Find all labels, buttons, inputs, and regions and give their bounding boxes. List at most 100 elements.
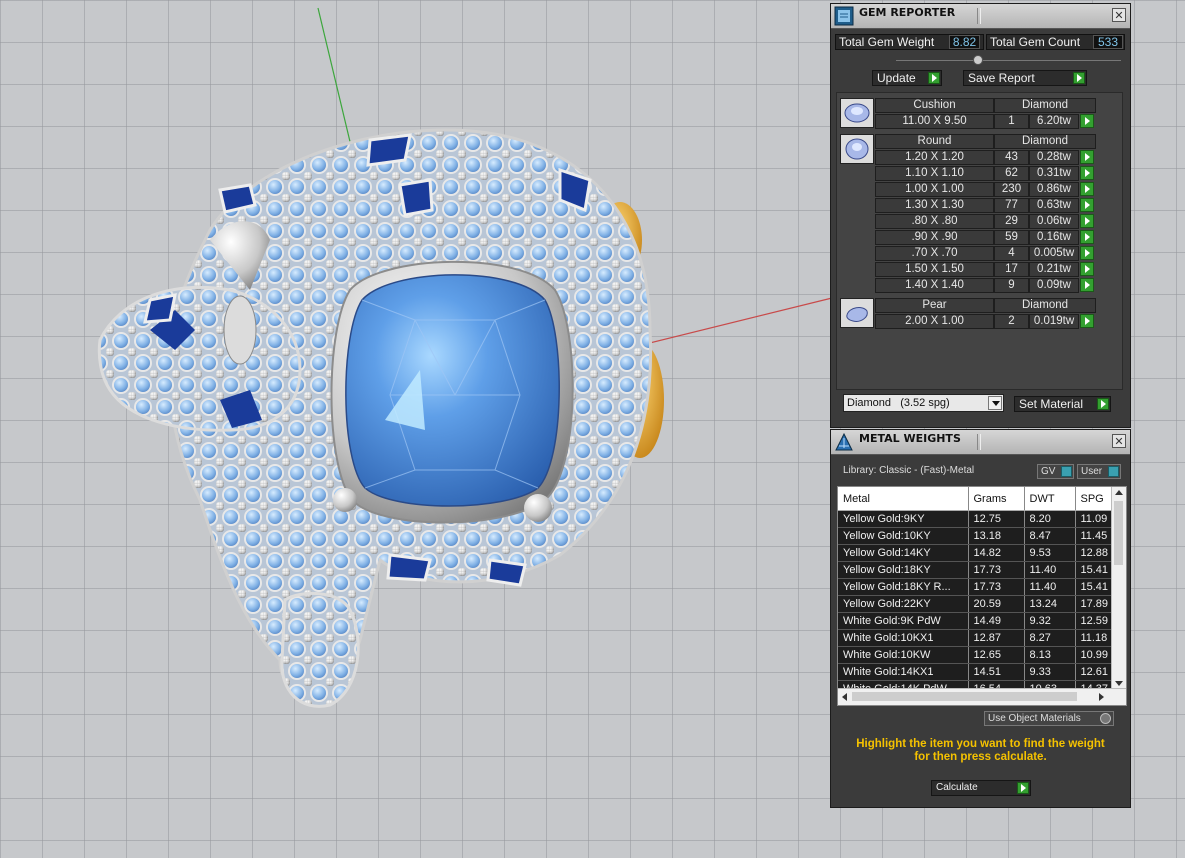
calculate-button-label: Calculate [936,782,978,793]
scroll-left-icon[interactable] [842,693,847,701]
metal-weights-titlebar[interactable]: METAL WEIGHTS ✕ [831,430,1130,455]
metal-table-header: Metal Grams DWT SPG [838,487,1126,511]
metal-weights-title: METAL WEIGHTS [859,432,961,445]
pear-gem-icon[interactable] [840,298,874,328]
gem-size[interactable]: 1.40 X 1.40 [875,278,994,293]
set-material-button[interactable]: Set Material [1014,396,1111,412]
gem-count: 230 [994,182,1029,197]
select-gem-button[interactable] [1080,230,1094,244]
scroll-thumb[interactable] [1114,501,1123,565]
gem-size[interactable]: 1.00 X 1.00 [875,182,994,197]
total-gem-count-value: 533 [1093,35,1123,49]
round-gem-icon[interactable] [840,134,874,164]
gem-weight: 0.09tw [1029,278,1079,293]
gem-size[interactable]: .70 X .70 [875,246,994,261]
scroll-thumb-horizontal[interactable] [852,692,1077,701]
select-gem-button[interactable] [1080,262,1094,276]
dwt-value: 11.40 [1024,561,1076,579]
table-row[interactable]: Yellow Gold:22KY 20.59 13.24 17.89 [838,595,1126,613]
select-gem-button[interactable] [1080,314,1094,328]
splitter-handle[interactable] [973,55,983,65]
use-object-materials-toggle[interactable]: Use Object Materials [984,711,1114,726]
select-gem-button[interactable] [1080,182,1094,196]
material-dropdown[interactable]: Diamond (3.52 spg) [843,394,1004,412]
select-gem-button[interactable] [1080,214,1094,228]
user-toggle-label: User [1081,466,1103,477]
cushion-gem-icon[interactable] [840,98,874,128]
gem-weight: 0.16tw [1029,230,1079,245]
dwt-value: 9.33 [1024,663,1076,681]
gem-reporter-icon [834,6,854,26]
gem-size[interactable]: 1.30 X 1.30 [875,198,994,213]
gem-size[interactable]: 1.20 X 1.20 [875,150,994,165]
gem-shape-header: Round [875,134,994,149]
column-header-metal[interactable]: Metal [838,487,969,511]
grams-value: 14.82 [968,544,1025,562]
column-header-dwt[interactable]: DWT [1024,487,1076,511]
gem-type-header: Diamond [994,134,1096,149]
gem-size[interactable]: 1.50 X 1.50 [875,262,994,277]
table-row[interactable]: Yellow Gold:18KY R... 17.73 11.40 15.41 [838,578,1126,596]
gem-size[interactable]: .90 X .90 [875,230,994,245]
user-toggle[interactable]: User [1077,464,1121,479]
horizontal-scrollbar[interactable] [838,688,1126,705]
gem-size[interactable]: 1.10 X 1.10 [875,166,994,181]
dwt-value: 9.32 [1024,612,1076,630]
select-gem-button[interactable] [1080,246,1094,260]
play-arrow-icon [1073,72,1085,84]
metal-name: White Gold:9K PdW [838,612,969,630]
gem-size[interactable]: 11.00 X 9.50 [875,114,994,129]
table-row[interactable]: White Gold:14KX1 14.51 9.33 12.61 [838,663,1126,681]
grams-value: 12.87 [968,629,1025,647]
gem-reporter-panel: GEM REPORTER ✕ Total Gem Weight 8.82 Tot… [830,3,1131,428]
gem-shape-header: Cushion [875,98,994,113]
table-row[interactable]: White Gold:10KW 12.65 8.13 10.99 [838,646,1126,664]
gem-size[interactable]: .80 X .80 [875,214,994,229]
gem-reporter-close-button[interactable]: ✕ [1112,8,1126,22]
scroll-up-icon[interactable] [1115,490,1123,495]
splitter[interactable] [896,60,1121,61]
metal-table: Metal Grams DWT SPG Yellow Gold:9KY 12.75… [838,487,1126,698]
gem-size[interactable]: 2.00 X 1.00 [875,314,994,329]
chevron-down-icon[interactable] [988,396,1002,410]
gem-weight: 0.019tw [1029,314,1079,329]
dwt-value: 8.13 [1024,646,1076,664]
metal-name: Yellow Gold:10KY [838,527,969,545]
select-gem-button[interactable] [1080,150,1094,164]
dwt-value: 9.53 [1024,544,1076,562]
scroll-right-icon[interactable] [1099,693,1104,701]
update-button[interactable]: Update [872,70,942,86]
table-row[interactable]: Yellow Gold:10KY 13.18 8.47 11.45 [838,527,1126,545]
radio-icon [1100,713,1111,724]
column-header-grams[interactable]: Grams [968,487,1025,511]
select-gem-button[interactable] [1080,114,1094,128]
save-report-button-label: Save Report [968,71,1035,85]
select-gem-button[interactable] [1080,198,1094,212]
save-report-button[interactable]: Save Report [963,70,1087,86]
gem-weight: 0.06tw [1029,214,1079,229]
play-arrow-icon [928,72,940,84]
scroll-down-icon[interactable] [1115,681,1123,686]
calculate-button[interactable]: Calculate [931,780,1031,796]
table-row[interactable]: Yellow Gold:9KY 12.75 8.20 11.09 [838,510,1126,528]
vertical-scrollbar[interactable] [1111,487,1126,689]
table-row[interactable]: White Gold:10KX1 12.87 8.27 11.18 [838,629,1126,647]
metal-table-container[interactable]: Metal Grams DWT SPG Yellow Gold:9KY 12.75… [837,486,1127,706]
table-row[interactable]: Yellow Gold:14KY 14.82 9.53 12.88 [838,544,1126,562]
select-gem-button[interactable] [1080,278,1094,292]
metal-weights-close-button[interactable]: ✕ [1112,434,1126,448]
gem-weight: 0.31tw [1029,166,1079,181]
metal-weights-icon [835,432,853,451]
gem-weight: 0.63tw [1029,198,1079,213]
grams-value: 14.51 [968,663,1025,681]
table-row[interactable]: White Gold:9K PdW 14.49 9.32 12.59 [838,612,1126,630]
gv-toggle[interactable]: GV [1037,464,1074,479]
metal-name: White Gold:14KX1 [838,663,969,681]
table-row[interactable]: Yellow Gold:18KY 17.73 11.40 15.41 [838,561,1126,579]
gem-count: 9 [994,278,1029,293]
update-button-label: Update [877,71,916,85]
select-gem-button[interactable] [1080,166,1094,180]
grams-value: 17.73 [968,578,1025,596]
grams-value: 17.73 [968,561,1025,579]
gem-reporter-titlebar[interactable]: GEM REPORTER ✕ [831,4,1130,29]
